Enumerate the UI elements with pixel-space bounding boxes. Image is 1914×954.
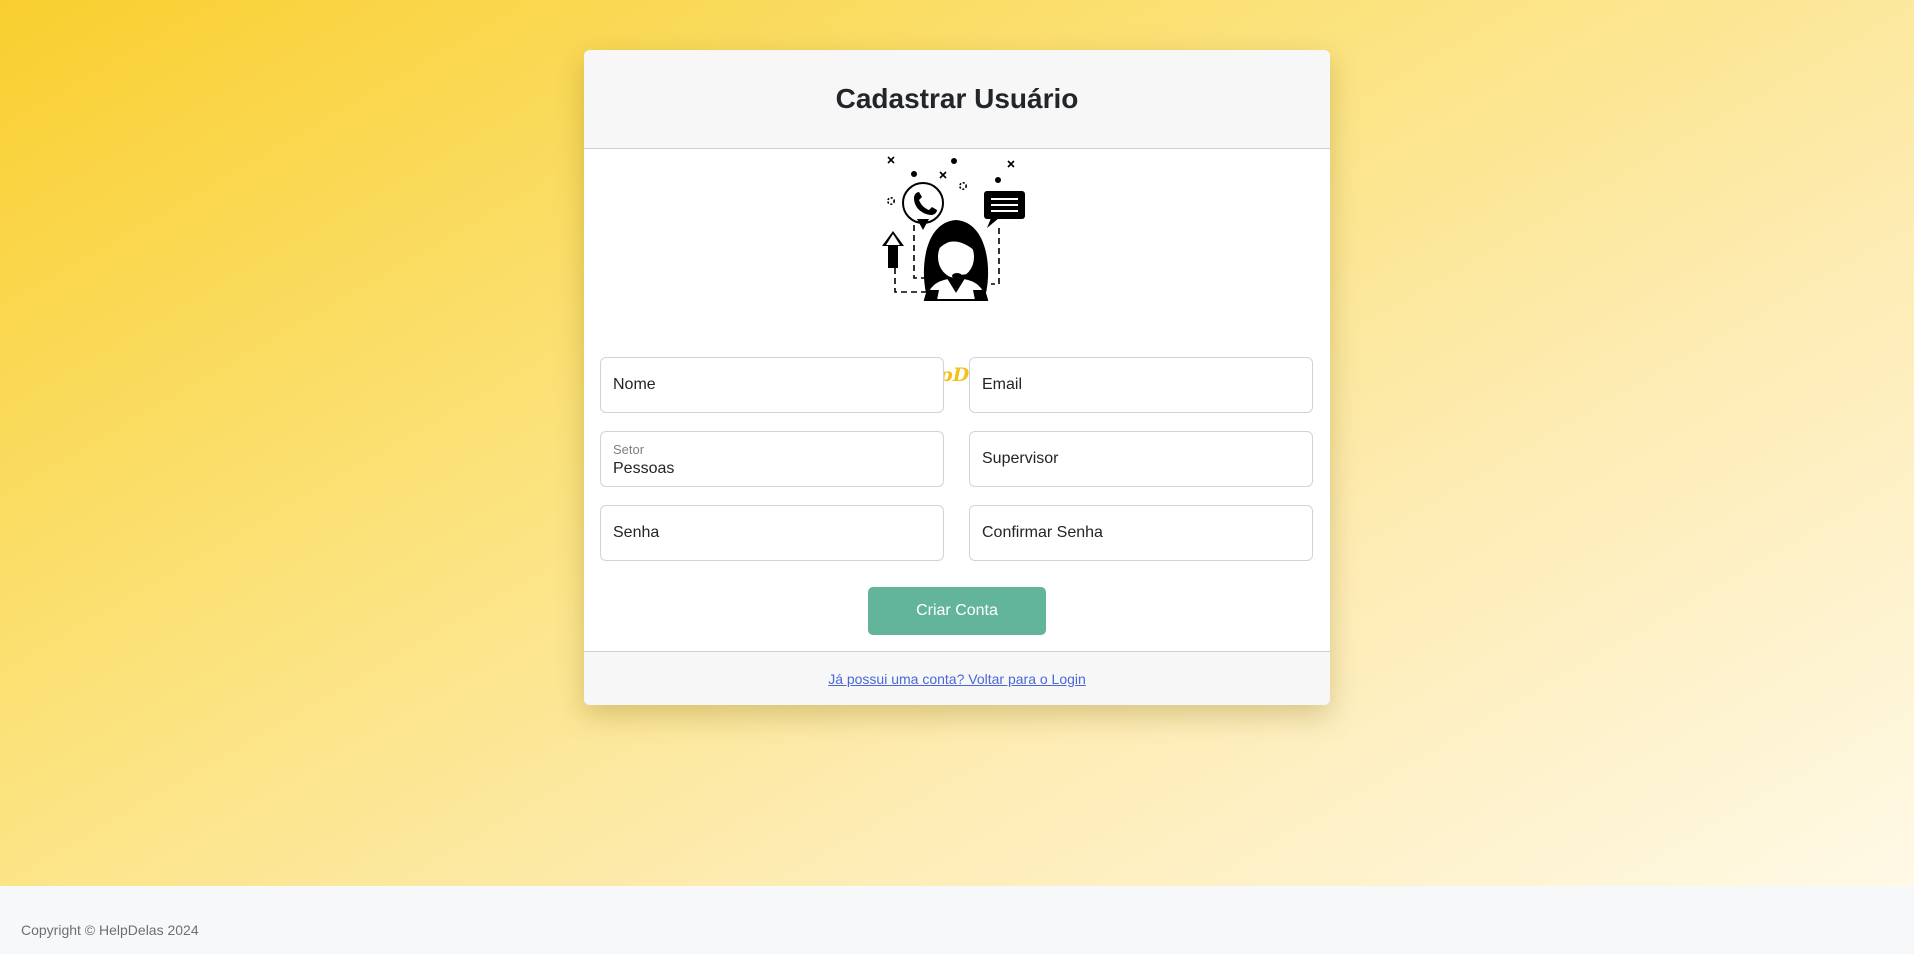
copyright-text: Copyright © HelpDelas 2024 bbox=[21, 922, 199, 938]
support-agent-headset-icon bbox=[882, 156, 1025, 301]
senha-input[interactable] bbox=[601, 506, 943, 560]
setor-value: Pessoas bbox=[613, 460, 675, 477]
card-footer: Já possui uma conta? Voltar para o Login bbox=[584, 651, 1330, 705]
register-card: Cadastrar Usuário HelpDelas Nome Email S… bbox=[584, 50, 1330, 705]
nome-input[interactable] bbox=[601, 358, 943, 412]
page-title: Cadastrar Usuário bbox=[835, 83, 1079, 114]
criar-conta-button[interactable]: Criar Conta bbox=[868, 587, 1046, 635]
back-to-login-link[interactable]: Já possui uma conta? Voltar para o Login bbox=[828, 671, 1086, 687]
nome-field[interactable] bbox=[600, 357, 944, 413]
card-header: Cadastrar Usuário bbox=[584, 50, 1330, 149]
email-input[interactable] bbox=[970, 358, 1312, 412]
confirmar-senha-input[interactable] bbox=[970, 506, 1312, 560]
email-field[interactable] bbox=[969, 357, 1313, 413]
setor-select[interactable]: Setor Pessoas bbox=[600, 431, 944, 487]
confirmar-senha-field[interactable] bbox=[969, 505, 1313, 561]
supervisor-input[interactable] bbox=[970, 432, 1312, 486]
page-footer: Copyright © HelpDelas 2024 bbox=[0, 886, 1914, 954]
supervisor-field[interactable] bbox=[969, 431, 1313, 487]
senha-field[interactable] bbox=[600, 505, 944, 561]
helpdelas-logo: HelpDelas bbox=[873, 150, 1041, 390]
setor-label: Setor bbox=[613, 442, 645, 457]
